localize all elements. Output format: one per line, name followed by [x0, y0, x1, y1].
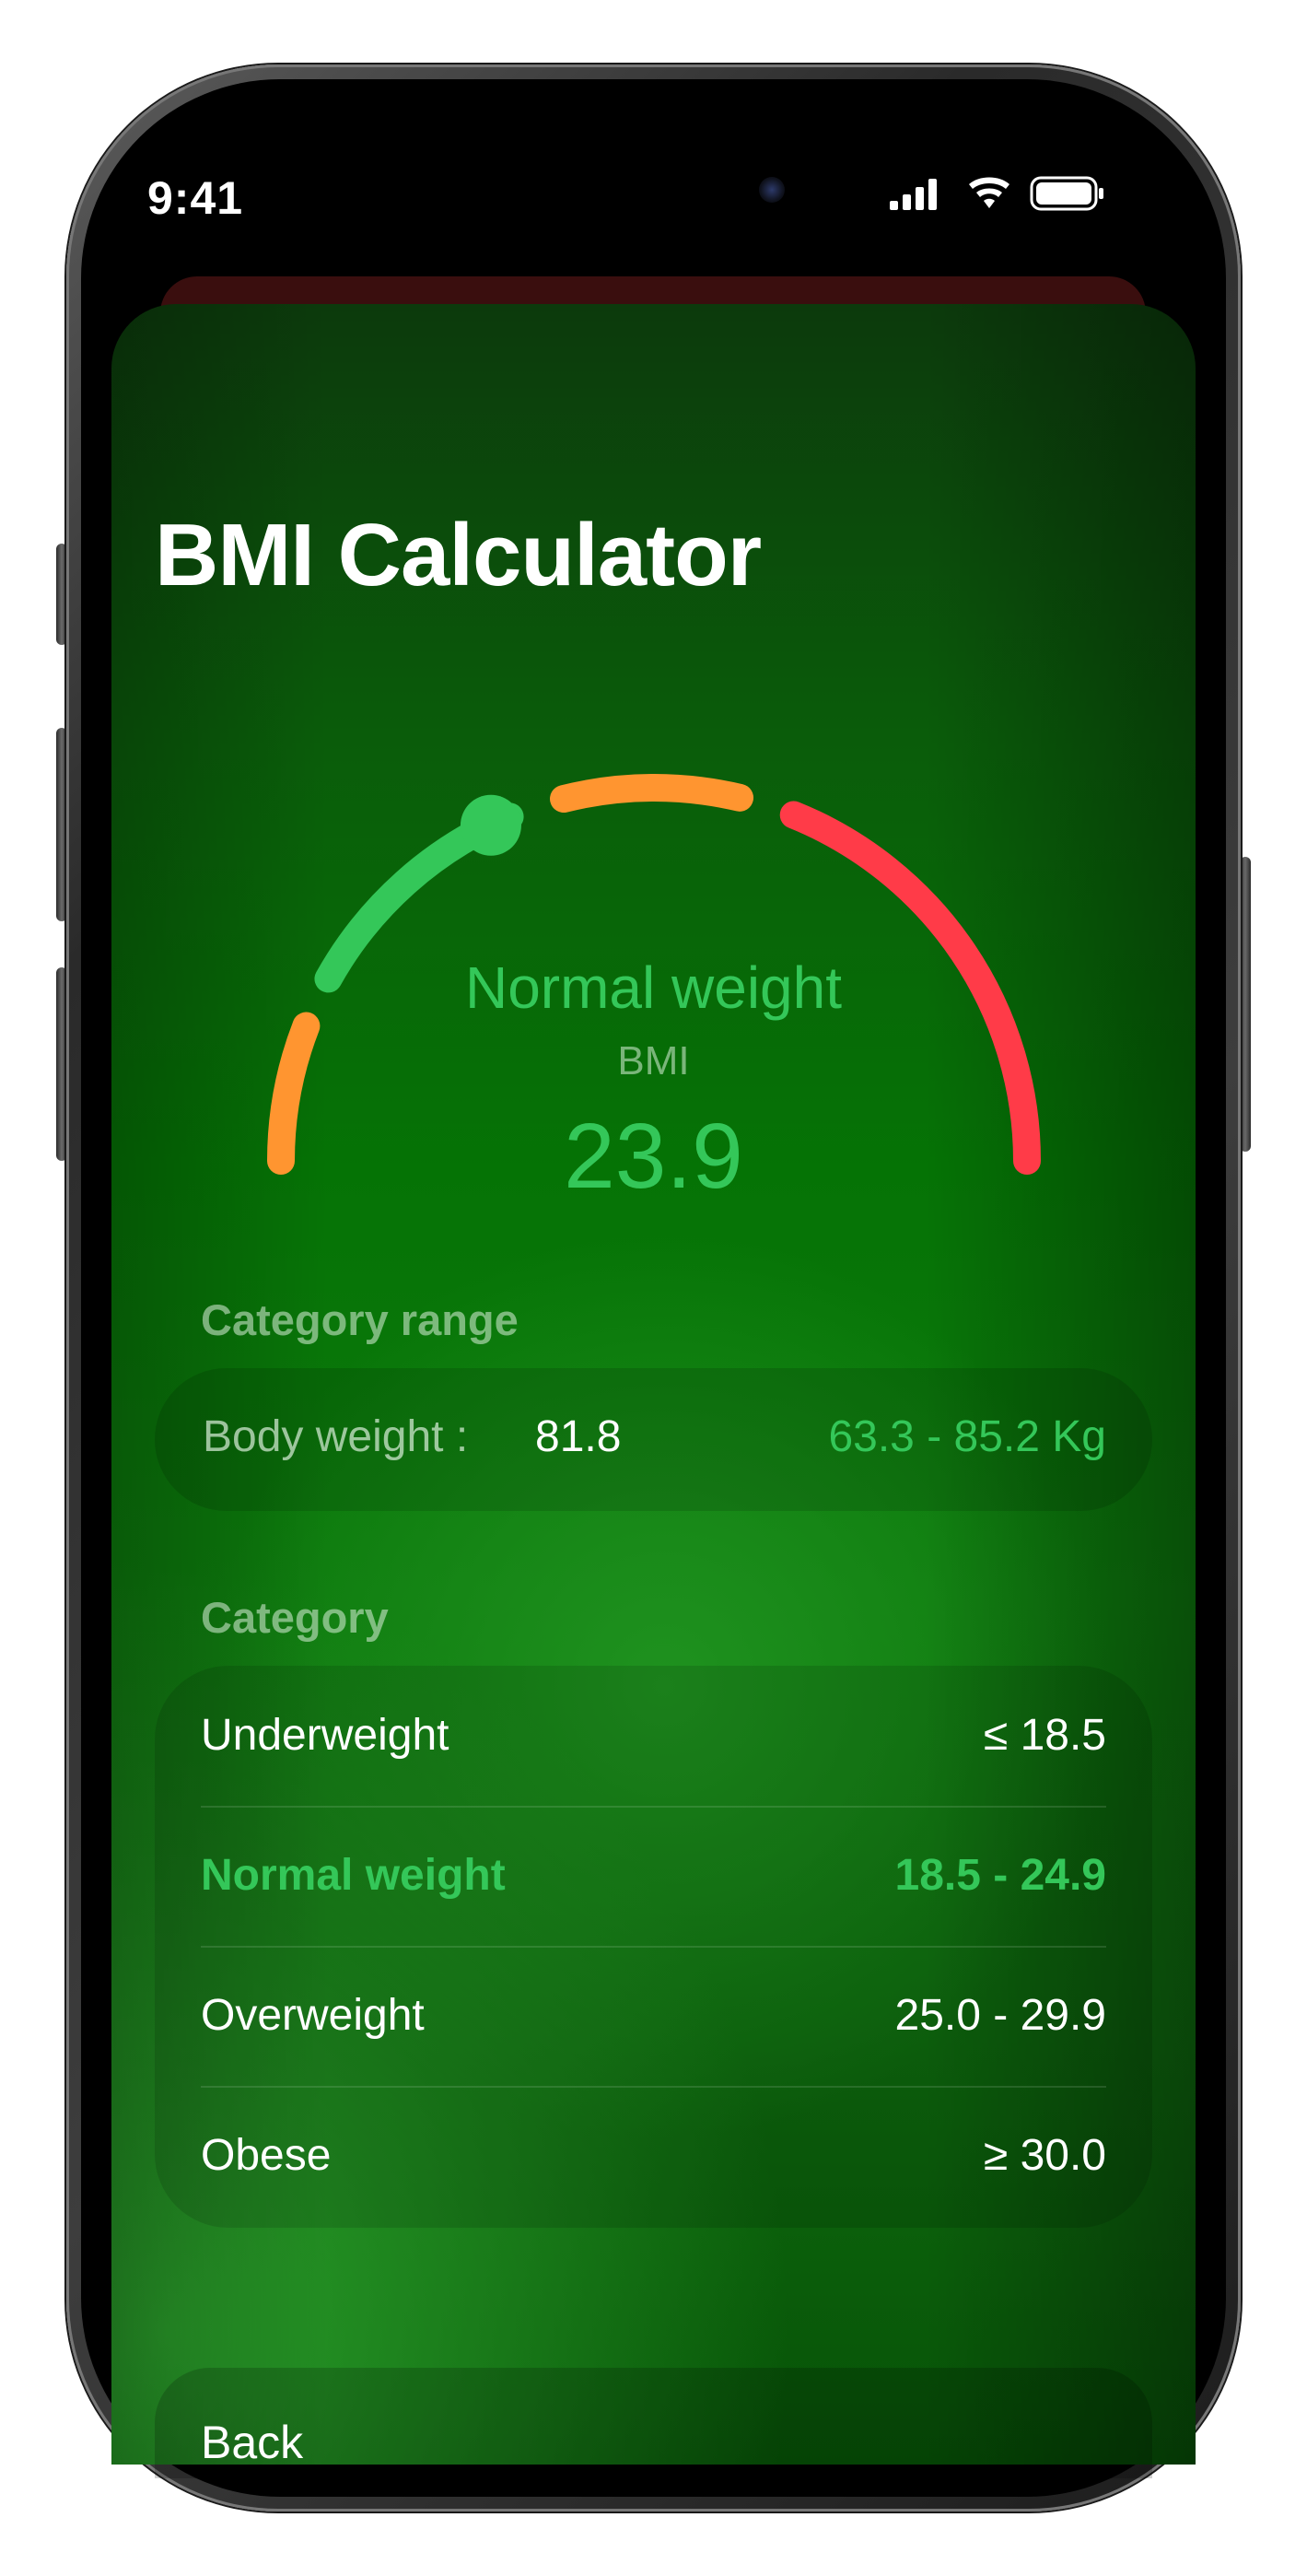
- cellular-signal-icon: [890, 179, 937, 210]
- bmi-label: BMI: [617, 1038, 690, 1083]
- gauge-segment-overweight: [550, 774, 754, 814]
- list-item: Overweight 25.0 - 29.9: [201, 1946, 1106, 2086]
- category-range: 25.0 - 29.9: [894, 1991, 1107, 2040]
- list-item: Underweight ≤ 18.5: [201, 1666, 1106, 1806]
- category-range-heading: Category range: [201, 1295, 519, 1344]
- page-title: BMI Calculator: [155, 506, 762, 604]
- battery-icon: [1030, 176, 1103, 211]
- category-list: Underweight ≤ 18.5 Normal weight 18.5 - …: [155, 1666, 1152, 2228]
- weight-range: 63.3 - 85.2 Kg: [828, 1412, 1106, 1461]
- bmi-value: 23.9: [564, 1105, 743, 1208]
- category-range: 18.5 - 24.9: [894, 1851, 1107, 1900]
- bmi-category-label: Normal weight: [464, 954, 843, 1021]
- category-name: Normal weight: [201, 1851, 506, 1900]
- back-button[interactable]: Back: [201, 2416, 303, 2469]
- category-heading: Category: [201, 1593, 389, 1642]
- category-range: ≤ 18.5: [983, 1711, 1106, 1760]
- bottom-bar: [155, 2368, 1152, 2478]
- category-name: Overweight: [201, 1991, 425, 2040]
- status-icons: [890, 176, 1103, 211]
- category-range: ≥ 30.0: [983, 2131, 1106, 2180]
- body-weight-value: 81.8: [535, 1412, 622, 1461]
- gauge-indicator-knob: [460, 794, 521, 856]
- wifi-icon: [969, 177, 1009, 208]
- body-weight-label: Body weight :: [203, 1412, 469, 1461]
- front-camera: [759, 177, 785, 203]
- list-item: Obese ≥ 30.0: [201, 2086, 1106, 2226]
- list-item: Normal weight 18.5 - 24.9: [201, 1806, 1106, 1946]
- status-time: 9:41: [147, 172, 244, 224]
- category-name: Underweight: [201, 1711, 449, 1760]
- category-name: Obese: [201, 2131, 332, 2180]
- category-range-card: Body weight : 81.8 63.3 - 85.2 Kg: [155, 1368, 1152, 1511]
